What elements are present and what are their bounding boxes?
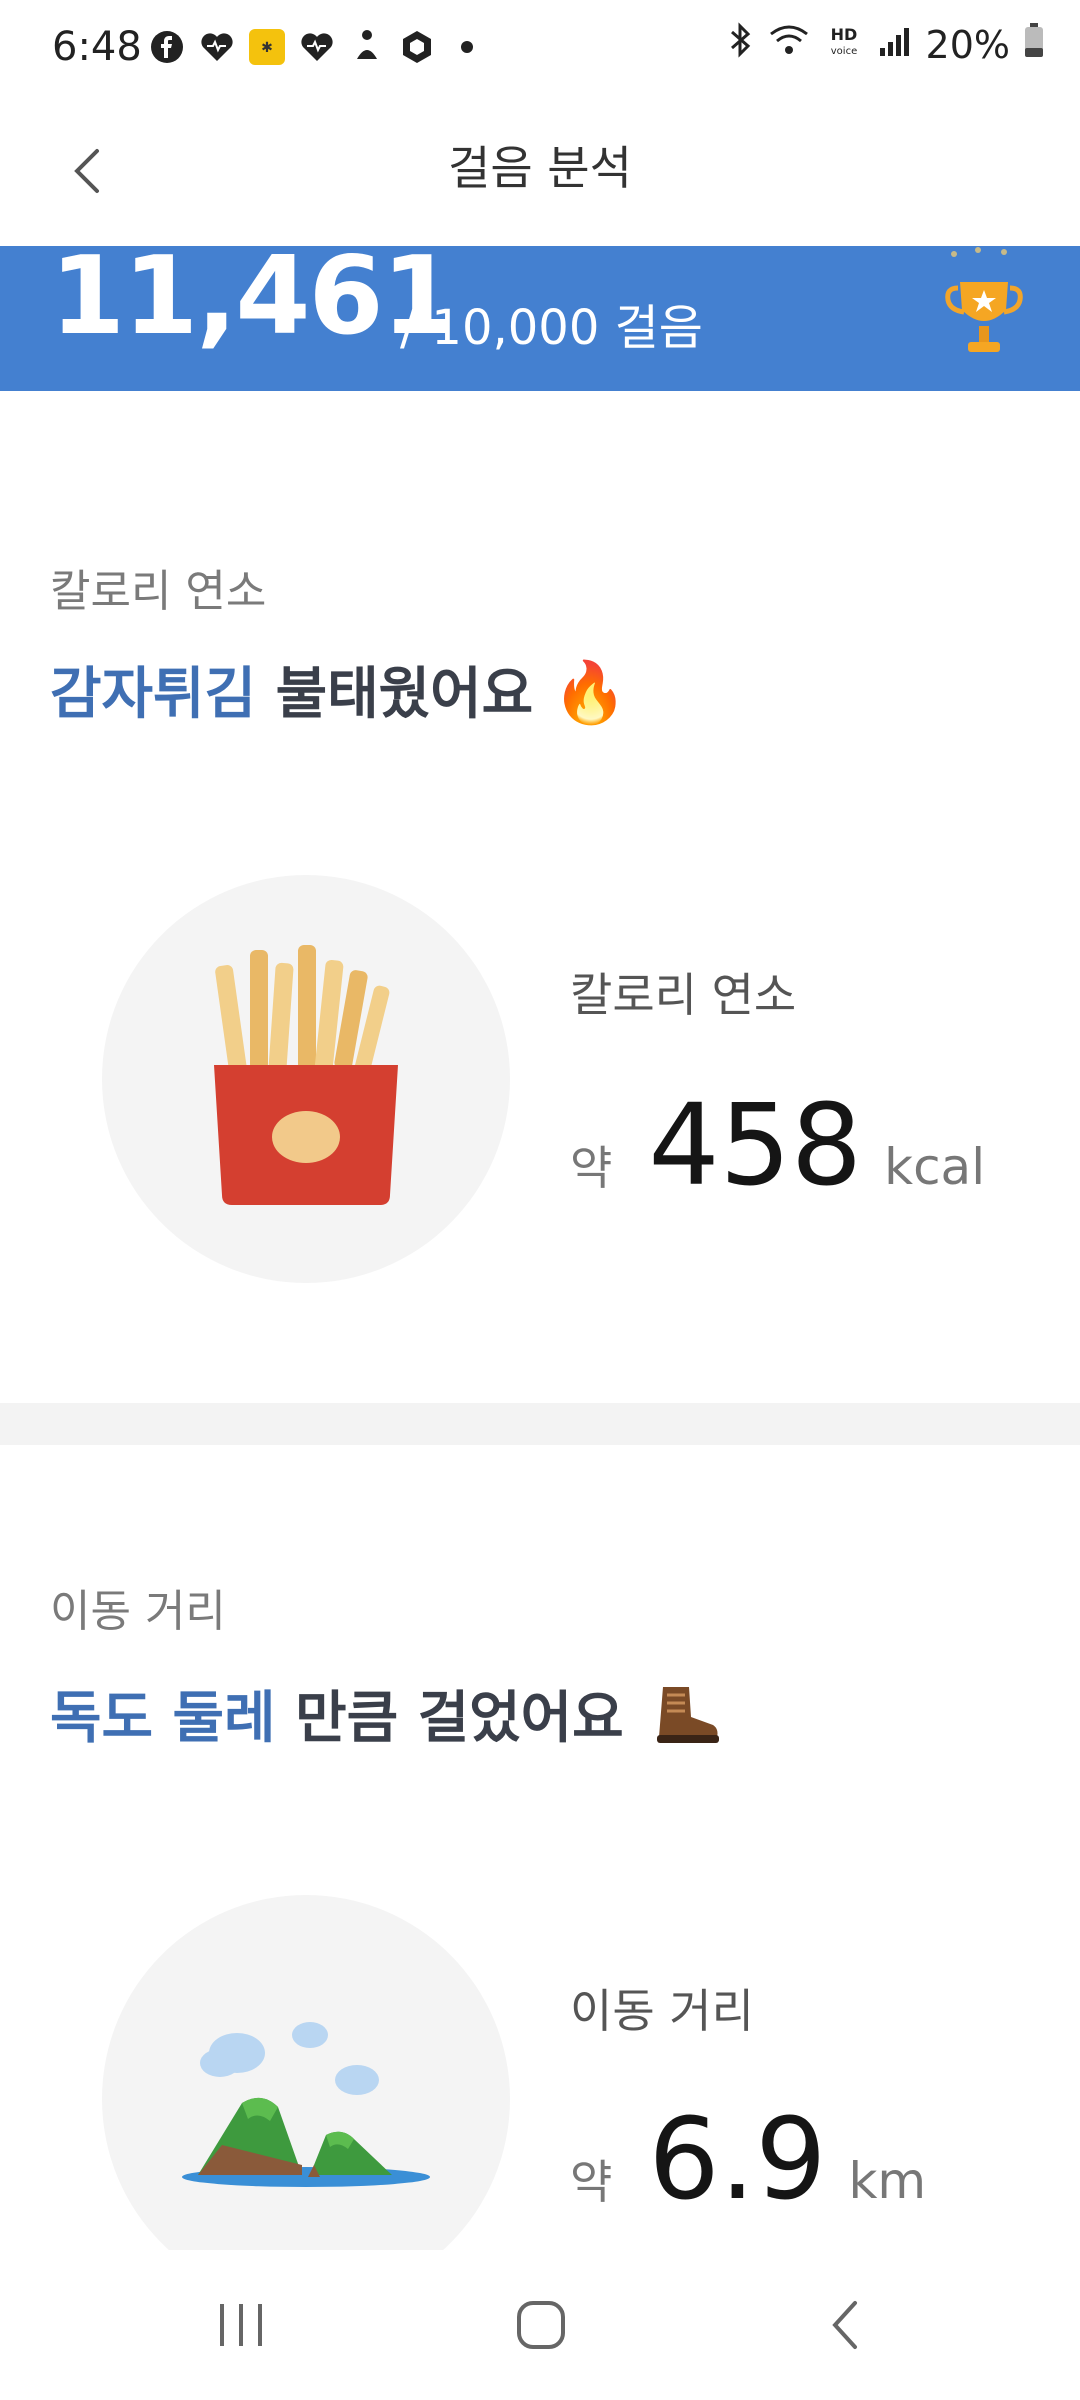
bluetooth-icon	[728, 22, 754, 67]
heart-icon	[298, 28, 336, 66]
section-divider	[0, 1403, 1080, 1445]
shield-icon	[398, 28, 436, 66]
recent-apps-button[interactable]	[196, 2280, 286, 2370]
trophy-icon	[945, 247, 1023, 352]
headline-highlight: 독도 둘레	[50, 1686, 276, 1751]
calorie-section: 칼로리 연소 감자튀김 불태웠어요 🔥 칼로리 연소 약 458 kcal	[0, 391, 1080, 1403]
back-icon	[832, 2301, 857, 2349]
app-header: 걸음 분석	[0, 100, 1080, 246]
approx-label: 약	[570, 2155, 613, 2209]
approx-label: 약	[570, 1141, 613, 1195]
section-label: 이동 거리	[50, 1586, 226, 1637]
recent-apps-icon	[220, 2304, 262, 2346]
hiking-boot-icon	[657, 1687, 720, 1743]
headline-highlight: 감자튀김	[50, 662, 257, 727]
calorie-headline: 감자튀김 불태웠어요 🔥	[50, 649, 627, 730]
svg-text:voice: voice	[830, 46, 856, 57]
page-title: 걸음 분석	[448, 141, 632, 195]
app-badge-icon: ✱	[248, 28, 286, 66]
home-icon	[517, 2301, 565, 2349]
fire-icon: 🔥	[552, 658, 628, 728]
heart-icon	[198, 28, 236, 66]
island-illustration	[182, 2022, 430, 2187]
calorie-stat: 약 458 kcal	[570, 1081, 985, 1211]
svg-text:HD: HD	[830, 25, 857, 44]
yoga-icon	[348, 28, 386, 66]
distance-headline: 독도 둘레 만큼 걸었어요	[50, 1673, 721, 1754]
headline-text: 만큼 걸었어요	[275, 1686, 624, 1751]
battery-icon	[1024, 22, 1044, 67]
status-time: 6:48	[52, 24, 142, 70]
calorie-unit: kcal	[884, 1138, 986, 1196]
headline-text: 불태웠어요	[256, 662, 534, 727]
distance-stat: 약 6.9 km	[570, 2095, 926, 2225]
stat-label: 이동 거리	[570, 1984, 754, 2038]
nav-back-button[interactable]	[800, 2280, 890, 2370]
battery-text: 20%	[925, 22, 1010, 67]
fries-illustration-circle	[102, 875, 510, 1283]
facebook-icon	[148, 28, 186, 66]
hd-voice-icon: HD voice	[824, 22, 864, 67]
svg-text:✱: ✱	[261, 40, 273, 56]
section-label: 칼로리 연소	[50, 566, 267, 617]
island-illustration-circle	[102, 1895, 510, 2250]
distance-unit: km	[848, 2152, 927, 2210]
dot-icon	[448, 28, 486, 66]
distance-value: 6.9	[648, 2095, 827, 2225]
french-fries-illustration	[214, 945, 398, 1205]
home-button[interactable]	[496, 2280, 586, 2370]
status-right: HD voice 20%	[728, 22, 1044, 67]
notification-icons: ✱	[148, 28, 486, 66]
status-bar: 6:48 ✱ HD voice 20%	[0, 0, 1080, 100]
system-nav-bar	[0, 2250, 1080, 2400]
steps-banner: 11,461 / 10,000 걸음	[0, 246, 1080, 391]
wifi-icon	[768, 22, 810, 67]
steps-count: 11,461	[50, 246, 457, 359]
steps-goal: / 10,000 걸음	[400, 300, 703, 356]
calorie-value: 458	[648, 1081, 863, 1211]
distance-section: 이동 거리 독도 둘레 만큼 걸었어요 이동 거리 약 6.9 km	[0, 1445, 1080, 2250]
signal-icon	[878, 23, 912, 67]
stat-label: 칼로리 연소	[570, 968, 797, 1022]
